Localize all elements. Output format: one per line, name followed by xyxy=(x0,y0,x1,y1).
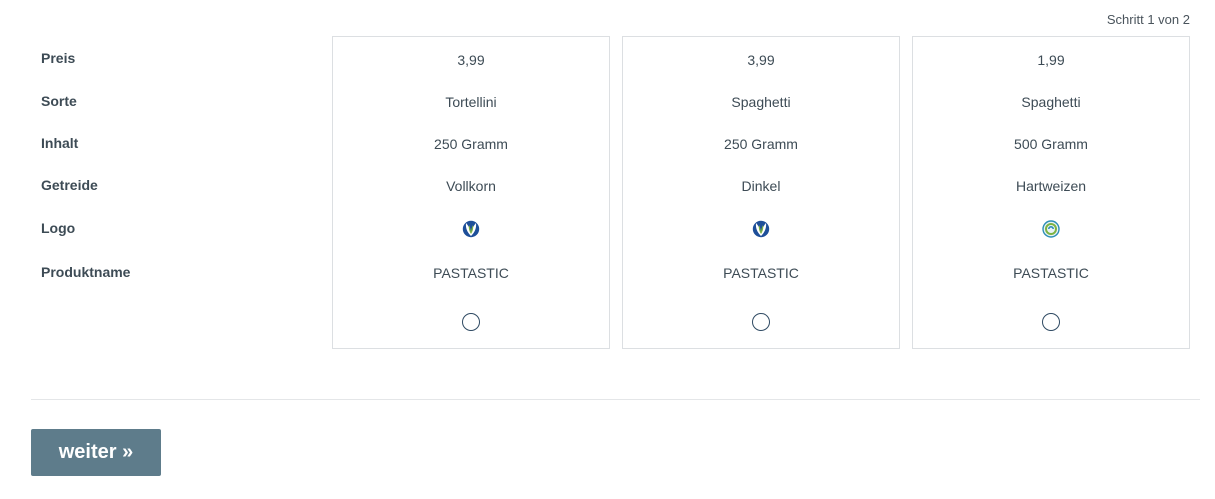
option-price: 3,99 xyxy=(457,52,485,68)
section-divider xyxy=(31,399,1200,400)
option-2-radio[interactable] xyxy=(752,313,770,331)
option-price: 3,99 xyxy=(747,52,775,68)
option-1-radio[interactable] xyxy=(462,313,480,331)
next-button[interactable]: weiter » xyxy=(31,429,161,476)
option-product-name: PASTASTIC xyxy=(433,265,509,281)
option-type: Spaghetti xyxy=(731,94,791,110)
option-content: 250 Gramm xyxy=(724,136,798,152)
green-leaf-blue-badge-logo-icon xyxy=(752,220,770,238)
label-type: Sorte xyxy=(41,93,77,109)
label-grain: Getreide xyxy=(41,177,98,193)
label-product-name: Produktname xyxy=(41,264,131,280)
option-content: 500 Gramm xyxy=(1014,136,1088,152)
option-content: 250 Gramm xyxy=(434,136,508,152)
option-type: Spaghetti xyxy=(1021,94,1081,110)
option-card-2[interactable]: 3,99 Spaghetti 250 Gramm Dinkel PASTASTI… xyxy=(622,36,900,349)
option-price: 1,99 xyxy=(1037,52,1065,68)
option-3-radio[interactable] xyxy=(1042,313,1060,331)
option-product-name: PASTASTIC xyxy=(723,265,799,281)
green-leaf-blue-badge-logo-icon xyxy=(462,220,480,238)
step-indicator: Schritt 1 von 2 xyxy=(1106,12,1190,27)
option-card-3[interactable]: 1,99 Spaghetti 500 Gramm Hartweizen PAST… xyxy=(912,36,1190,349)
green-blue-swirl-logo-icon xyxy=(1042,220,1060,238)
option-grain: Hartweizen xyxy=(1015,178,1087,194)
option-type: Tortellini xyxy=(445,94,497,110)
label-price: Preis xyxy=(41,50,76,66)
label-logo: Logo xyxy=(41,220,76,236)
option-grain: Dinkel xyxy=(741,178,781,194)
label-content: Inhalt xyxy=(41,135,79,151)
option-card-1[interactable]: 3,99 Tortellini 250 Gramm Vollkorn PASTA… xyxy=(332,36,610,349)
option-grain: Vollkorn xyxy=(446,178,496,194)
option-product-name: PASTASTIC xyxy=(1013,265,1089,281)
